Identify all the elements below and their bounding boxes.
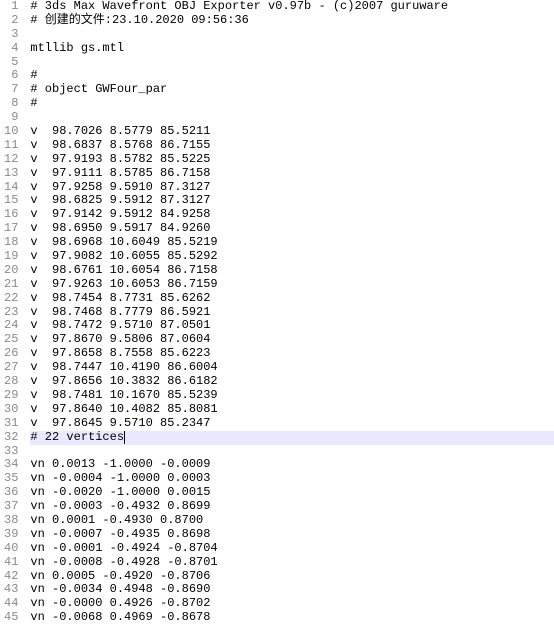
code-line[interactable]: v 98.7454 8.7731 85.6262 [30, 292, 554, 306]
code-line[interactable]: v 97.8656 10.3832 86.6182 [30, 375, 554, 389]
line-number: 33 [4, 445, 18, 459]
line-number: 25 [4, 333, 18, 347]
line-number: 12 [4, 153, 18, 167]
code-line[interactable]: # 22 vertices [30, 431, 554, 445]
line-number: 13 [4, 167, 18, 181]
line-number: 10 [4, 125, 18, 139]
code-line[interactable]: v 97.9258 9.5910 87.3127 [30, 181, 554, 195]
line-number: 35 [4, 472, 18, 486]
code-line[interactable]: vn 0.0001 -0.4930 0.8700 [30, 514, 554, 528]
code-line[interactable]: vn -0.0007 -0.4935 0.8698 [30, 528, 554, 542]
code-line[interactable]: v 97.8640 10.4082 85.8081 [30, 403, 554, 417]
line-number: 28 [4, 375, 18, 389]
code-line[interactable]: v 98.6761 10.6054 86.7158 [30, 264, 554, 278]
line-number: 5 [4, 56, 18, 70]
code-line[interactable] [30, 28, 554, 42]
line-number: 27 [4, 361, 18, 375]
line-number: 29 [4, 389, 18, 403]
code-line[interactable]: vn 0.0013 -1.0000 -0.0009 [30, 458, 554, 472]
text-caret [124, 431, 125, 444]
code-line[interactable]: v 97.8658 8.7558 85.6223 [30, 347, 554, 361]
line-number: 32 [4, 431, 18, 445]
code-line[interactable]: v 97.8645 9.5710 85.2347 [30, 417, 554, 431]
line-number: 14 [4, 181, 18, 195]
code-line[interactable] [30, 56, 554, 70]
code-editor: 1234567891011121314151617181920212223242… [0, 0, 554, 627]
line-number: 3 [4, 28, 18, 42]
code-line[interactable]: v 97.9263 10.6053 86.7159 [30, 278, 554, 292]
line-number: 21 [4, 278, 18, 292]
line-number: 8 [4, 97, 18, 111]
line-number: 19 [4, 250, 18, 264]
line-number: 31 [4, 417, 18, 431]
line-number: 39 [4, 528, 18, 542]
line-number: 37 [4, 500, 18, 514]
code-line[interactable]: v 98.7026 8.5779 85.5211 [30, 125, 554, 139]
line-number: 9 [4, 111, 18, 125]
line-number: 18 [4, 236, 18, 250]
code-line[interactable]: v 98.7472 9.5710 87.0501 [30, 319, 554, 333]
code-line[interactable]: v 98.7481 10.1670 85.5239 [30, 389, 554, 403]
line-number: 30 [4, 403, 18, 417]
line-number: 42 [4, 570, 18, 584]
line-number: 36 [4, 486, 18, 500]
line-number-gutter: 1234567891011121314151617181920212223242… [0, 0, 26, 627]
line-number: 1 [4, 0, 18, 14]
code-line[interactable]: mtllib gs.mtl [30, 42, 554, 56]
code-line[interactable]: v 97.9142 9.5912 84.9258 [30, 208, 554, 222]
code-line[interactable]: v 98.6825 9.5912 87.3127 [30, 194, 554, 208]
code-line[interactable]: vn -0.0008 -0.4928 -0.8701 [30, 556, 554, 570]
line-number: 15 [4, 194, 18, 208]
code-line[interactable]: v 98.7468 8.7779 86.5921 [30, 306, 554, 320]
code-line[interactable]: vn -0.0034 0.4948 -0.8690 [30, 583, 554, 597]
line-number: 7 [4, 83, 18, 97]
code-line[interactable]: v 98.6950 9.5917 84.9260 [30, 222, 554, 236]
code-line[interactable]: # 创建的文件:23.10.2020 09:56:36 [30, 14, 554, 28]
line-number: 45 [4, 611, 18, 625]
line-number: 17 [4, 222, 18, 236]
code-area[interactable]: # 3ds Max Wavefront OBJ Exporter v0.97b … [26, 0, 554, 627]
code-line[interactable]: vn -0.0020 -1.0000 0.0015 [30, 486, 554, 500]
code-line[interactable]: v 97.9193 8.5782 85.5225 [30, 153, 554, 167]
code-line[interactable]: vn -0.0003 -0.4932 0.8699 [30, 500, 554, 514]
line-number: 6 [4, 69, 18, 83]
line-number: 44 [4, 597, 18, 611]
code-line[interactable]: # object GWFour_par [30, 83, 554, 97]
code-line[interactable]: v 98.6968 10.6049 85.5219 [30, 236, 554, 250]
code-line[interactable] [30, 445, 554, 459]
code-line[interactable]: # 3ds Max Wavefront OBJ Exporter v0.97b … [30, 0, 554, 14]
line-number: 16 [4, 208, 18, 222]
code-line[interactable]: v 97.9082 10.6055 85.5292 [30, 250, 554, 264]
code-line[interactable]: # [30, 69, 554, 83]
line-number: 43 [4, 583, 18, 597]
code-line[interactable]: vn -0.0000 0.4926 -0.8702 [30, 597, 554, 611]
line-number: 40 [4, 542, 18, 556]
line-number: 26 [4, 347, 18, 361]
line-number: 22 [4, 292, 18, 306]
code-line[interactable]: v 97.8670 9.5806 87.0604 [30, 333, 554, 347]
code-line[interactable]: v 98.7447 10.4190 86.6004 [30, 361, 554, 375]
code-line[interactable]: vn -0.0004 -1.0000 0.0003 [30, 472, 554, 486]
code-line[interactable]: # [30, 97, 554, 111]
line-number: 24 [4, 319, 18, 333]
line-number: 4 [4, 42, 18, 56]
code-line[interactable]: v 98.6837 8.5768 86.7155 [30, 139, 554, 153]
code-line[interactable]: vn -0.0001 -0.4924 -0.8704 [30, 542, 554, 556]
code-line[interactable] [30, 111, 554, 125]
line-number: 38 [4, 514, 18, 528]
line-number: 34 [4, 458, 18, 472]
line-number: 20 [4, 264, 18, 278]
line-number: 41 [4, 556, 18, 570]
line-number: 2 [4, 14, 18, 28]
code-line[interactable]: vn -0.0068 0.4969 -0.8678 [30, 611, 554, 625]
line-number: 23 [4, 306, 18, 320]
line-number: 11 [4, 139, 18, 153]
code-line[interactable]: v 97.9111 8.5785 86.7158 [30, 167, 554, 181]
code-line[interactable]: vn 0.0005 -0.4920 -0.8706 [30, 570, 554, 584]
